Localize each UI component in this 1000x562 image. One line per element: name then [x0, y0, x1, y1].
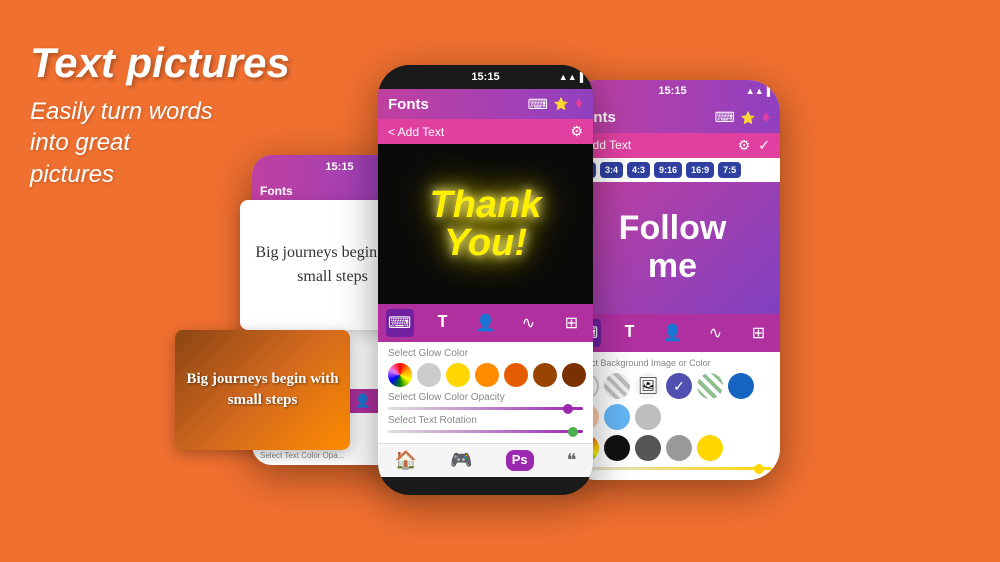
center-status-bar: 15:15 ▲▲▐	[378, 65, 593, 89]
right-more-btn[interactable]: ⊞	[745, 319, 773, 347]
right-top-icons: ⌨ ⭐ ♦	[715, 109, 770, 127]
star-icon-center: ⭐	[554, 97, 569, 111]
right-bg-label: Select Background Image or Color	[573, 358, 772, 368]
center-toolbar: ⌨ 𝐓 👤 ∿ ⊞	[378, 304, 593, 342]
center-glow-label: Select Glow Color	[388, 348, 583, 359]
bg-lightgray-dot[interactable]	[635, 404, 661, 430]
right-style-btn[interactable]: 👤	[659, 319, 687, 347]
center-rotation-thumb	[568, 427, 578, 437]
aspect-16-9[interactable]: 16:9	[686, 162, 714, 178]
bg-darkgray-dot[interactable]	[635, 435, 661, 461]
card-dark: Big journeys begin with small steps	[175, 330, 350, 450]
aspect-7-5[interactable]: 7:5	[718, 162, 741, 178]
glow-yellow-dot[interactable]	[446, 363, 470, 387]
right-gear-icon: ⚙	[738, 137, 751, 154]
center-glow-color-section: Select Glow Color Select Glow Color Opac…	[378, 342, 593, 443]
right-canvas-text: Follow me	[619, 210, 727, 285]
style-toolbar-icon: 👤	[355, 393, 371, 409]
keyboard-icon-center: ⌨	[528, 96, 548, 113]
center-nav-bar: 🏠 🎮 Ps ❝	[378, 443, 593, 477]
center-sub-bar: < Add Text ⚙	[378, 119, 593, 144]
right-canvas: Follow me	[565, 182, 780, 314]
nav-ps-icon[interactable]: Ps	[506, 450, 534, 471]
status-time-left: 15:15	[325, 161, 353, 173]
center-rotation-slider[interactable]	[388, 430, 583, 433]
bg-image-picker[interactable]: 🖼	[635, 373, 661, 399]
aspect-4-3[interactable]: 4:3	[627, 162, 650, 178]
center-status-time: 15:15	[471, 71, 499, 83]
glow-brown-dot[interactable]	[533, 363, 557, 387]
aspect-9-16[interactable]: 9:16	[654, 162, 682, 178]
center-font-btn[interactable]: 𝐓	[429, 309, 457, 337]
bg-lightblue-dot[interactable]	[604, 404, 630, 430]
glow-orange-dot[interactable]	[475, 363, 499, 387]
glow-darkorange-dot[interactable]	[504, 363, 528, 387]
phone-center: 15:15 ▲▲▐ Fonts ⌨ ⭐ ♦ < Add Text ⚙ Thank…	[378, 65, 593, 495]
right-status-time: 15:15	[658, 85, 686, 97]
center-canvas-text: Thank You!	[430, 186, 542, 262]
center-top-icons: ⌨ ⭐ ♦	[528, 95, 583, 113]
bg-stripe-dot[interactable]	[604, 373, 630, 399]
center-add-text: < Add Text	[388, 125, 444, 139]
right-bg-section: Select Background Image or Color ✕ 🖼 ✓	[565, 352, 780, 480]
right-sub-icons: ⚙ ✓	[738, 137, 770, 154]
star-icon-right: ⭐	[741, 111, 756, 125]
hero-title: Text pictures	[30, 40, 290, 86]
bg-yellow-dot[interactable]	[697, 435, 723, 461]
card-dark-text: Big journeys begin with small steps	[185, 369, 340, 411]
center-effect-btn[interactable]: ∿	[515, 309, 543, 337]
center-top-bar: Fonts ⌨ ⭐ ♦	[378, 89, 593, 119]
nav-game-icon[interactable]: 🎮	[450, 450, 472, 471]
right-bg-color-row2	[573, 435, 772, 461]
keyboard-icon-right: ⌨	[715, 109, 735, 126]
bg-gray-dot[interactable]	[666, 435, 692, 461]
glow-darkbrown-dot[interactable]	[562, 363, 586, 387]
hero-subtitle: Easily turn words into great pictures	[30, 96, 290, 190]
center-more-btn[interactable]: ⊞	[558, 309, 586, 337]
right-bg-color-row: ✕ 🖼 ✓	[573, 373, 772, 430]
gem-icon-right: ♦	[762, 109, 770, 127]
center-canvas: Thank You!	[378, 144, 593, 304]
right-effect-btn[interactable]: ∿	[702, 319, 730, 347]
right-toolbar: ⌨ 𝐓 👤 ∿ ⊞	[565, 314, 780, 352]
center-glow-color-row	[388, 363, 583, 387]
aspect-3-4[interactable]: 3:4	[600, 162, 623, 178]
glow-gray-dot[interactable]	[417, 363, 441, 387]
bg-selected-dot[interactable]: ✓	[666, 373, 692, 399]
right-bg-slider-thumb	[754, 464, 764, 474]
right-bg-slider[interactable]	[573, 467, 772, 470]
center-gear-icon: ⚙	[570, 123, 583, 140]
gem-icon-center: ♦	[575, 95, 583, 113]
glow-rainbow-dot[interactable]	[388, 363, 412, 387]
bg-black-dot[interactable]	[604, 435, 630, 461]
center-style-btn[interactable]: 👤	[472, 309, 500, 337]
phone-right: 15:15 ▲▲▐ Fonts ⌨ ⭐ ♦ < Add Text ⚙ ✓ 1:1…	[565, 80, 780, 480]
center-glow-opacity-thumb	[563, 404, 573, 414]
right-sub-bar: < Add Text ⚙ ✓	[565, 133, 780, 158]
nav-quote-icon[interactable]: ❝	[567, 450, 577, 471]
center-keyboard-btn[interactable]: ⌨	[386, 309, 414, 337]
center-status-icons: ▲▲▐	[559, 72, 583, 82]
center-top-title: Fonts	[388, 96, 429, 113]
hero-section: Text pictures Easily turn words into gre…	[30, 40, 290, 190]
right-status-bar: 15:15 ▲▲▐	[565, 80, 780, 103]
right-font-btn[interactable]: 𝐓	[616, 319, 644, 347]
bg-blue-dot[interactable]	[728, 373, 754, 399]
center-rotation-label: Select Text Rotation	[388, 415, 583, 426]
nav-home-icon[interactable]: 🏠	[395, 450, 417, 471]
right-aspect-row: 1:1 3:4 4:3 9:16 16:9 7:5	[565, 158, 780, 182]
center-glow-opacity-slider[interactable]	[388, 407, 583, 410]
right-status-icons: ▲▲▐	[746, 86, 770, 96]
right-check-icon: ✓	[758, 137, 770, 154]
center-glow-opacity-label: Select Glow Color Opacity	[388, 392, 583, 403]
bg-checker-dot[interactable]	[697, 373, 723, 399]
right-top-bar: Fonts ⌨ ⭐ ♦	[565, 103, 780, 133]
